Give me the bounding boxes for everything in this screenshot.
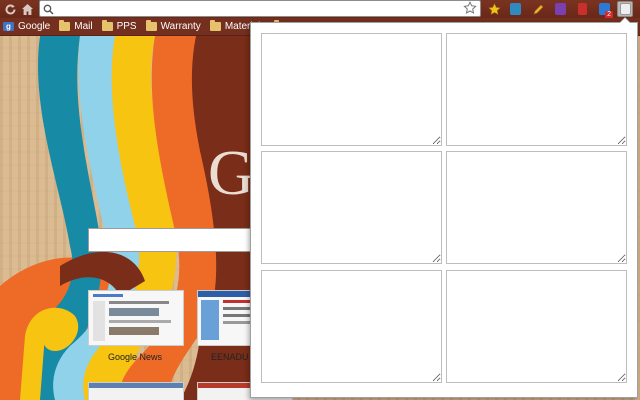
- notes-extension-icon[interactable]: [617, 1, 633, 17]
- note-textarea-6[interactable]: [446, 270, 627, 383]
- folder-icon: [145, 20, 157, 31]
- star-extension-icon[interactable]: [486, 1, 502, 17]
- home-icon[interactable]: [19, 1, 35, 17]
- book-extension-icon[interactable]: [507, 1, 523, 17]
- thumbnail-label-google-news: Google News: [107, 352, 163, 362]
- bookmark-pps[interactable]: PPS: [99, 18, 143, 36]
- note-textarea-5[interactable]: [261, 270, 442, 383]
- pencil-extension-icon[interactable]: [530, 1, 546, 17]
- bookmark-google[interactable]: g Google: [0, 18, 56, 36]
- note-textarea-2[interactable]: [446, 33, 627, 146]
- check-extension-icon[interactable]: 2: [596, 1, 613, 19]
- bookmark-label: PPS: [116, 21, 137, 32]
- notes-popup: [250, 17, 638, 398]
- google-logo: G: [208, 137, 255, 208]
- bookmark-warranty[interactable]: Warranty: [143, 18, 207, 36]
- bookmark-label: Mail: [74, 21, 93, 32]
- note-textarea-4[interactable]: [446, 151, 627, 264]
- bookmark-label: Warranty: [160, 21, 201, 32]
- google-icon: g: [3, 22, 14, 31]
- browser-toolbar: 2: [0, 0, 640, 19]
- bookmark-label: Google: [18, 21, 51, 32]
- thumbnail-google-news[interactable]: [88, 290, 184, 346]
- reload-icon[interactable]: [2, 1, 18, 17]
- thumbnail-row2-1[interactable]: [88, 382, 184, 400]
- search-input[interactable]: [88, 228, 253, 252]
- folder-icon: [209, 20, 221, 31]
- omnibox-input[interactable]: [56, 1, 456, 16]
- red-book-extension-icon[interactable]: [574, 1, 590, 17]
- folder-icon: [59, 20, 71, 31]
- note-textarea-3[interactable]: [261, 151, 442, 264]
- omnibox[interactable]: [39, 0, 481, 17]
- folder-icon: [101, 20, 113, 31]
- purple-extension-icon[interactable]: [552, 1, 568, 17]
- note-textarea-1[interactable]: [261, 33, 442, 146]
- bookmark-mail[interactable]: Mail: [56, 18, 98, 36]
